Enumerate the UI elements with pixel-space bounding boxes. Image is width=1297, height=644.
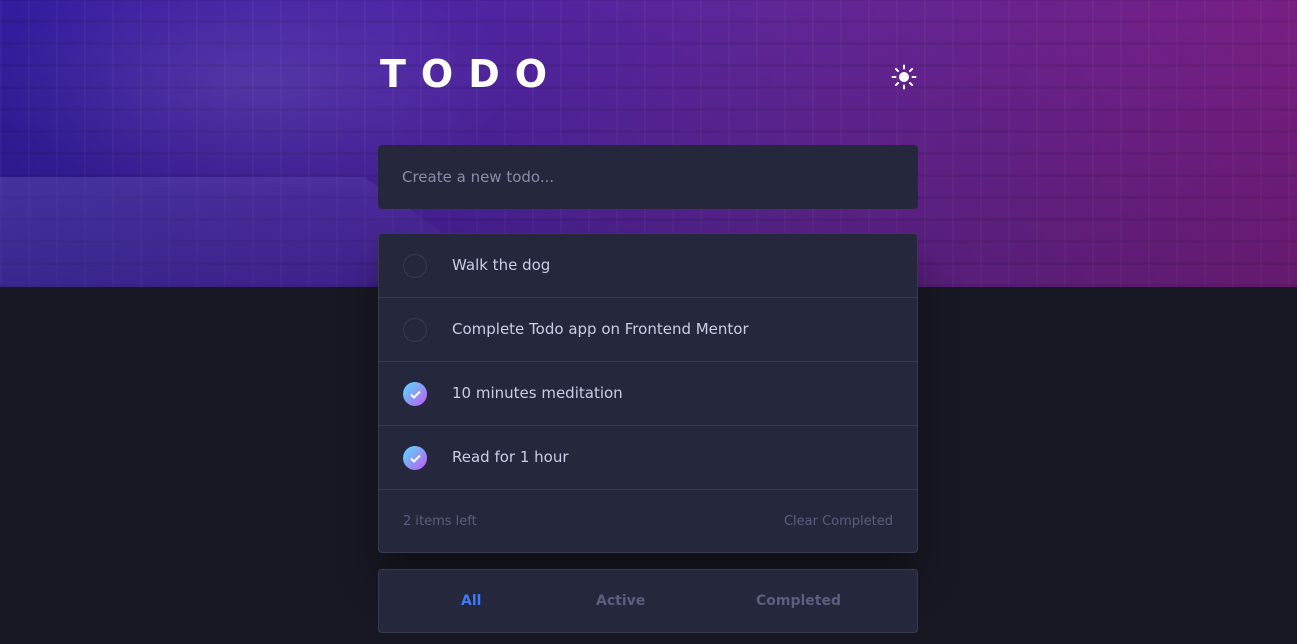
check-icon: [409, 454, 421, 463]
new-todo-input[interactable]: [378, 145, 918, 209]
app-title: TODO: [380, 52, 563, 96]
filter-completed[interactable]: Completed: [756, 570, 841, 632]
todo-item[interactable]: 10 minutes meditation: [379, 362, 917, 426]
theme-toggle-button[interactable]: [890, 63, 918, 91]
todo-item[interactable]: Walk the dog: [379, 234, 917, 298]
todo-checkbox-checked[interactable]: [403, 382, 427, 406]
new-todo-box: [378, 145, 918, 209]
sun-icon: [891, 64, 917, 90]
filter-all[interactable]: All: [461, 570, 481, 632]
todo-item[interactable]: Read for 1 hour: [379, 426, 917, 490]
list-footer: 2 items left Clear Completed: [379, 490, 917, 552]
todo-list: Walk the dog Complete Todo app on Fronte…: [378, 233, 918, 553]
check-icon: [409, 390, 421, 399]
filter-active[interactable]: Active: [596, 570, 645, 632]
todo-text: Complete Todo app on Frontend Mentor: [452, 320, 749, 338]
todo-checkbox-checked[interactable]: [403, 446, 427, 470]
todo-checkbox[interactable]: [403, 318, 427, 342]
clear-completed-button[interactable]: Clear Completed: [784, 514, 893, 529]
todo-checkbox[interactable]: [403, 254, 427, 278]
filter-bar: All Active Completed: [378, 569, 918, 633]
todo-text: Read for 1 hour: [452, 448, 569, 466]
items-left-count: 2 items left: [403, 513, 477, 529]
todo-text: 10 minutes meditation: [452, 384, 623, 402]
todo-item[interactable]: Complete Todo app on Frontend Mentor: [379, 298, 917, 362]
todo-text: Walk the dog: [452, 256, 551, 274]
